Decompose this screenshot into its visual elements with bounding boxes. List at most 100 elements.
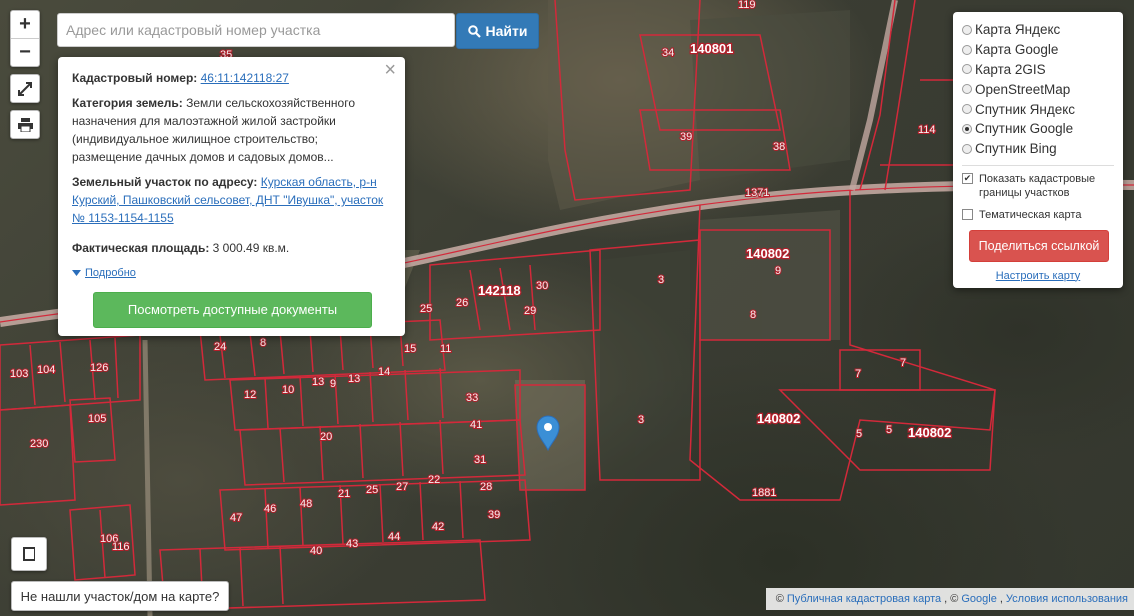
plot-number-label: 42 (432, 521, 444, 533)
plot-number-label: 41 (470, 419, 482, 431)
plot-number-label: 22 (428, 474, 440, 486)
book-icon (23, 547, 35, 561)
plot-number-label: 33 (466, 392, 478, 404)
layer-option[interactable]: Карта 2GIS (962, 60, 1123, 80)
close-icon[interactable]: × (384, 60, 396, 80)
plot-number-label: 3 (658, 274, 664, 286)
radio-icon[interactable] (962, 64, 972, 75)
print-button[interactable] (10, 110, 40, 139)
search-button-label: Найти (485, 23, 528, 39)
plot-number-label: 21 (338, 488, 350, 500)
copyright-sign: © (775, 593, 784, 605)
checkbox-checked-icon[interactable]: ✔ (962, 172, 973, 184)
radio-icon[interactable] (962, 44, 972, 55)
plot-number-label: 28 (480, 481, 492, 493)
cad-number-label: Кадастровый номер: (72, 71, 198, 85)
radio-icon[interactable] (962, 143, 972, 154)
search-button[interactable]: Найти (456, 13, 539, 49)
search-input[interactable] (57, 13, 455, 47)
attribution-google-link[interactable]: Google (961, 593, 996, 605)
plot-number-label: 24 (214, 341, 226, 353)
share-link-button[interactable]: Поделиться ссылкой (969, 229, 1109, 262)
printer-icon (17, 117, 33, 132)
plot-number-label: 27 (396, 481, 408, 493)
plot-number-label: 1371 (745, 187, 769, 199)
plot-number-label: 9 (775, 265, 781, 277)
layer-option[interactable]: Карта Google (962, 40, 1123, 60)
thematic-map-label: Тематическая карта (979, 208, 1082, 221)
plot-number-label: 39 (680, 131, 692, 143)
layer-option[interactable]: Спутник Google (962, 119, 1123, 139)
attribution-separator: , © (944, 593, 959, 605)
layer-option-label: Карта Google (975, 42, 1059, 58)
layer-option-label: Карта 2GIS (975, 61, 1046, 77)
layer-option-label: Спутник Bing (975, 141, 1057, 157)
configure-map-link[interactable]: Настроить карту (962, 270, 1123, 282)
plot-number-label: 14 (378, 366, 390, 378)
area-row: Фактическая площадь: 3 000.49 кв.м. (72, 239, 391, 257)
attribution-comma: , (999, 593, 1003, 605)
parcel-info-popup: × Кадастровый номер: 46:11:142118:27 Кат… (58, 57, 405, 336)
zoom-out-button[interactable]: − (11, 38, 39, 66)
plot-number-label: 8 (260, 337, 266, 349)
plot-number-label: 25 (366, 484, 378, 496)
plot-number-label: 10 (282, 384, 294, 396)
zoom-in-button[interactable]: + (11, 11, 39, 38)
plot-number-label: 114 (918, 124, 936, 136)
plot-number-label: 39 (488, 509, 500, 521)
cad-number-row: Кадастровый номер: 46:11:142118:27 (72, 69, 391, 87)
checkbox-icon[interactable] (962, 208, 973, 220)
address-row: Земельный участок по адресу: Курская обл… (72, 173, 391, 227)
plot-number-label: 9 (330, 378, 336, 390)
plot-number-label: 119 (738, 0, 756, 11)
layer-option[interactable]: Спутник Яндекс (962, 99, 1123, 119)
plot-number-label: 46 (264, 503, 276, 515)
attribution-pkk-link[interactable]: Публичная кадастровая карта (787, 593, 941, 605)
address-label: Земельный участок по адресу: (72, 175, 258, 189)
plot-number-label: 104 (37, 364, 55, 376)
search-icon (467, 24, 481, 38)
plot-number-label: 7 (855, 368, 861, 380)
layer-option-label: Карта Яндекс (975, 22, 1061, 38)
plot-number-label: 13 (312, 376, 324, 388)
fullscreen-button[interactable] (10, 74, 40, 103)
show-boundaries-label: Показать кадастровые границы участков (979, 172, 1096, 199)
layer-option-label: OpenStreetMap (975, 81, 1071, 97)
category-row: Категория земель: Земли сельскохозяйстве… (72, 94, 391, 166)
not-found-button[interactable]: Не нашли участок/дом на карте? (11, 581, 229, 611)
plot-number-label: 31 (474, 454, 486, 466)
area-value: 3 000.49 кв.м. (212, 241, 290, 255)
more-details-toggle[interactable]: Подробно (72, 264, 391, 282)
plot-number-label: 7 (900, 357, 906, 369)
view-documents-button[interactable]: Посмотреть доступные документы (93, 292, 372, 328)
layer-option[interactable]: Спутник Bing (962, 139, 1123, 159)
radio-selected-icon[interactable] (962, 123, 972, 134)
attribution-terms-link[interactable]: Условия использования (1006, 593, 1128, 605)
cad-number-link[interactable]: 46:11:142118:27 (201, 71, 289, 85)
show-boundaries-toggle[interactable]: ✔ Показать кадастровые границы участков (962, 172, 1123, 200)
thematic-map-toggle[interactable]: Тематическая карта (962, 208, 1123, 222)
plot-number-label: 126 (90, 362, 108, 374)
quarter-label-140802-c: 140802 (908, 425, 951, 440)
plot-number-label: 230 (30, 438, 48, 450)
plot-number-label: 30 (536, 280, 548, 292)
legend-button[interactable] (11, 537, 47, 571)
plot-number-label: 13 (348, 373, 360, 385)
caret-down-icon (72, 270, 81, 276)
radio-icon[interactable] (962, 24, 972, 35)
quarter-label-140801: 140801 (690, 41, 733, 56)
layer-option[interactable]: Карта Яндекс (962, 20, 1123, 40)
radio-icon[interactable] (962, 84, 972, 95)
plot-number-label: 25 (420, 303, 432, 315)
category-label: Категория земель: (72, 96, 183, 110)
plot-number-label: 47 (230, 512, 242, 524)
plot-number-label: 5 (886, 424, 892, 436)
layer-option[interactable]: OpenStreetMap (962, 79, 1123, 99)
plot-number-label: 48 (300, 498, 312, 510)
plot-number-label: 38 (773, 141, 785, 153)
plot-number-label: 15 (404, 343, 416, 355)
plot-number-label: 5 (856, 428, 862, 440)
more-details-label: Подробно (85, 267, 136, 279)
plot-number-label: 40 (310, 545, 322, 557)
radio-icon[interactable] (962, 104, 972, 115)
